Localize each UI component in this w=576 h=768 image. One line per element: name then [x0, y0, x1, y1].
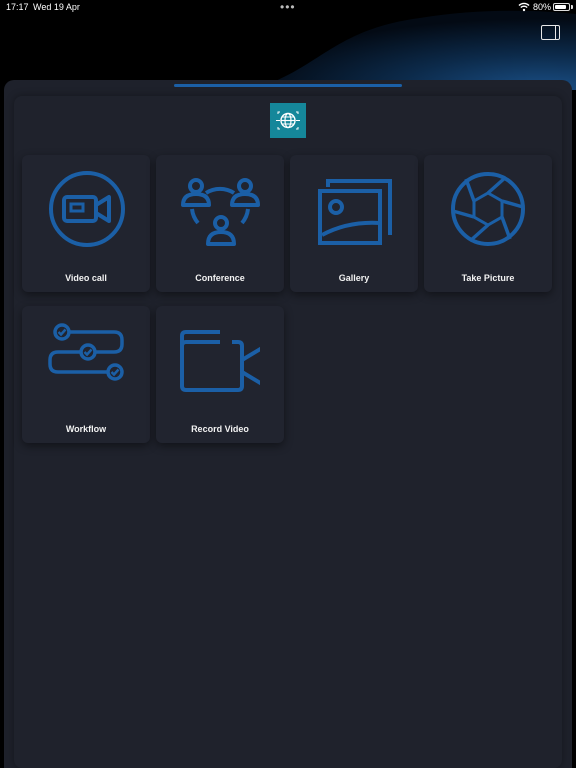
wifi-icon: [518, 2, 530, 12]
battery-icon: [553, 3, 570, 11]
status-date: Wed 19 Apr: [33, 2, 80, 12]
multitasking-dots-icon[interactable]: •••: [280, 0, 296, 14]
video-camera-icon: [49, 171, 125, 247]
app-logo: [270, 103, 306, 138]
gallery-tile[interactable]: Gallery: [290, 155, 418, 292]
video-call-tile[interactable]: Video call: [22, 155, 150, 292]
tile-label: Conference: [195, 273, 245, 283]
status-time: 17:17: [6, 2, 29, 12]
status-bar: 17:17 Wed 19 Apr ••• 80%: [0, 0, 576, 16]
tile-label: Take Picture: [461, 273, 515, 283]
tile-label: Gallery: [338, 273, 370, 283]
workflow-tile[interactable]: Workflow: [22, 306, 150, 443]
camera-aperture-icon: [451, 172, 525, 246]
tile-label: Video call: [65, 273, 107, 283]
record-video-tile[interactable]: Record Video: [156, 306, 284, 443]
tile-label: Workflow: [65, 424, 107, 434]
battery-percentage: 80%: [533, 2, 552, 12]
workflow-icon: [48, 323, 124, 381]
gallery-icon: [318, 179, 392, 245]
conference-tile[interactable]: Conference: [156, 155, 284, 292]
sheet-grabber-handle[interactable]: [174, 84, 402, 87]
take-picture-tile[interactable]: Take Picture: [424, 155, 552, 292]
globe-logo-icon: [276, 111, 300, 130]
battery-tip: [571, 5, 573, 9]
tile-label: Record Video: [191, 424, 249, 434]
people-group-icon: [181, 178, 260, 246]
split-view-button[interactable]: [541, 25, 560, 40]
record-video-icon: [180, 330, 260, 392]
